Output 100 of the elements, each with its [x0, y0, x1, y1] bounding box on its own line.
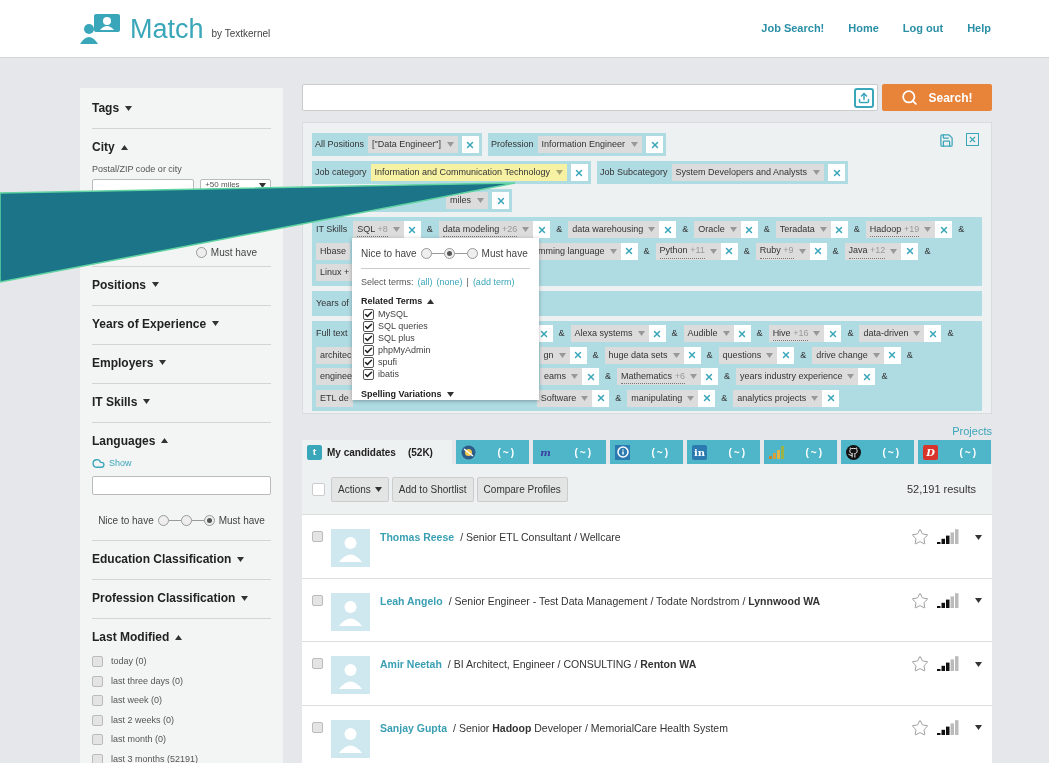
filter-chip[interactable]: Audible	[683, 325, 734, 343]
remove-button[interactable]	[858, 368, 876, 386]
remove-button[interactable]	[646, 136, 664, 153]
filter-option[interactable]: last three days (0)	[111, 674, 184, 688]
filter-chip[interactable]: Ruby +9	[755, 242, 810, 260]
candidate-row[interactable]: Leah Angelo / Senior Engineer - Test Data Management / Todate Nordstrom / Lynnwood WA	[302, 577, 992, 641]
remove-button[interactable]	[698, 389, 716, 407]
filter-chip[interactable]: Teradata	[775, 221, 831, 239]
section-toggle[interactable]: Related Terms	[361, 294, 530, 308]
toolbar-button[interactable]: Actions	[331, 476, 389, 502]
remove-button[interactable]	[570, 164, 588, 181]
checkbox[interactable]	[312, 594, 323, 606]
filter-option[interactable]: last 2 weeks (0)	[111, 713, 175, 727]
filter-chip[interactable]: Java +12	[844, 242, 902, 260]
remove-button[interactable]	[582, 368, 600, 386]
remove-button[interactable]	[935, 221, 953, 239]
remove-button[interactable]	[777, 346, 795, 364]
candidate-row[interactable]: Amir Neetah / BI Architect, Engineer / CONSULTING / Renton WA	[302, 641, 992, 705]
section-header[interactable]: Profession Classification	[92, 590, 271, 606]
filter-chip[interactable]: Linux +	[316, 264, 354, 282]
checkbox[interactable]	[92, 714, 103, 726]
filter-chip[interactable]: questions	[718, 346, 778, 364]
section-header[interactable]: City	[92, 139, 271, 155]
star-icon[interactable]	[911, 528, 929, 546]
candidate-row[interactable]: Sanjay Gupta / Senior Hadoop Developer / MemorialCare Health System	[302, 704, 992, 763]
checkbox[interactable]	[363, 345, 374, 356]
nav-link[interactable]: Help	[967, 20, 991, 37]
slider-stop[interactable]	[420, 248, 432, 259]
checkbox[interactable]	[312, 721, 323, 733]
checkbox[interactable]	[92, 753, 103, 763]
checkbox[interactable]	[363, 369, 374, 380]
filter-chip[interactable]: Python +11	[655, 242, 721, 260]
slider-stop[interactable]	[195, 246, 207, 258]
section-header[interactable]: Employers	[92, 354, 271, 371]
star-icon[interactable]	[911, 591, 929, 610]
remove-button[interactable]	[492, 192, 509, 209]
nav-link[interactable]: Log out	[902, 20, 944, 37]
candidate-row[interactable]: Thomas Reese / Senior ETL Consultant / Wellcare	[302, 514, 992, 578]
section-header[interactable]: Education Classification	[92, 551, 271, 567]
slider-stop[interactable]	[180, 515, 192, 526]
filter-chip[interactable]: data warehousing	[568, 221, 660, 239]
checkbox[interactable]	[92, 734, 103, 746]
remove-button[interactable]	[828, 164, 846, 181]
source-tab[interactable]: t My candidates (52K)	[302, 440, 452, 464]
section-toggle[interactable]: Spelling Variations	[361, 388, 530, 402]
brand-logo[interactable]: Match by Textkernel	[80, 13, 271, 44]
select-all-checkbox[interactable]	[312, 482, 325, 496]
slider-stop[interactable]	[466, 248, 478, 259]
filter-chip[interactable]: analytics projects	[733, 389, 823, 407]
slider-stop[interactable]	[443, 248, 455, 259]
section-header[interactable]: IT Skills	[92, 393, 271, 410]
term-option[interactable]: ibatis	[378, 369, 399, 380]
filter-option[interactable]: last month (0)	[111, 733, 167, 747]
filter-chip[interactable]: ETL de	[316, 389, 353, 407]
source-tab[interactable]: m (~)	[533, 440, 606, 464]
filter-option[interactable]: last 3 months (52191)	[111, 752, 199, 763]
remove-button[interactable]	[592, 389, 610, 407]
filter-chip[interactable]: Hbase	[316, 242, 350, 260]
term-option[interactable]: phpMyAdmin	[378, 345, 431, 356]
filter-option[interactable]: last week (0)	[111, 694, 163, 708]
checkbox[interactable]	[363, 321, 374, 332]
filter-chip[interactable]: Information and Communication Technology	[370, 164, 567, 181]
remove-button[interactable]	[461, 136, 479, 153]
star-icon[interactable]	[911, 655, 929, 673]
slider-stop[interactable]	[157, 515, 169, 526]
filter-chip[interactable]: data-driven	[859, 325, 925, 343]
nav-link[interactable]: Job Search!	[761, 20, 825, 37]
section-header[interactable]: Tags	[92, 100, 271, 116]
filter-chip[interactable]: data modeling +26	[438, 221, 534, 239]
search-field[interactable]	[302, 84, 878, 111]
slider-stop[interactable]	[203, 515, 215, 526]
section-header[interactable]: Languages	[92, 432, 271, 449]
checkbox[interactable]	[312, 531, 323, 542]
remove-button[interactable]	[924, 325, 942, 343]
filter-chip[interactable]: Software	[536, 389, 593, 407]
language-input[interactable]	[92, 476, 271, 495]
filter-chip[interactable]: ["Data Engineer"]	[368, 136, 458, 153]
filter-chip[interactable]: gn	[539, 346, 570, 364]
source-tab[interactable]: in (~)	[687, 440, 760, 464]
filter-chip[interactable]: Hadoop +19	[865, 221, 936, 239]
checkbox[interactable]	[92, 695, 103, 707]
remove-button[interactable]	[822, 389, 840, 407]
section-header[interactable]: Years of Experience	[92, 315, 271, 332]
filter-chip[interactable]: Oracle	[694, 221, 741, 239]
section-header[interactable]: Positions	[92, 276, 271, 293]
term-option[interactable]: MySQL	[378, 309, 408, 320]
checkbox[interactable]	[363, 333, 374, 344]
checkbox[interactable]	[92, 656, 103, 668]
toolbar-button[interactable]: Add to Shortlist	[391, 476, 474, 502]
filter-chip[interactable]: Mathematics +6	[617, 368, 701, 386]
filter-chip[interactable]: years industry experience	[735, 368, 859, 386]
checkbox[interactable]	[92, 675, 103, 687]
filter-chip[interactable]: System Developers and Analysts	[671, 164, 825, 181]
nav-link[interactable]: Home	[848, 20, 879, 37]
remove-button[interactable]	[824, 325, 842, 343]
checkbox[interactable]	[312, 658, 323, 669]
filter-chip[interactable]: SQL +8	[353, 221, 404, 239]
term-option[interactable]: SQL queries	[378, 321, 428, 332]
filter-chip[interactable]: Information Engineer	[537, 136, 643, 153]
remove-button[interactable]	[659, 221, 677, 239]
